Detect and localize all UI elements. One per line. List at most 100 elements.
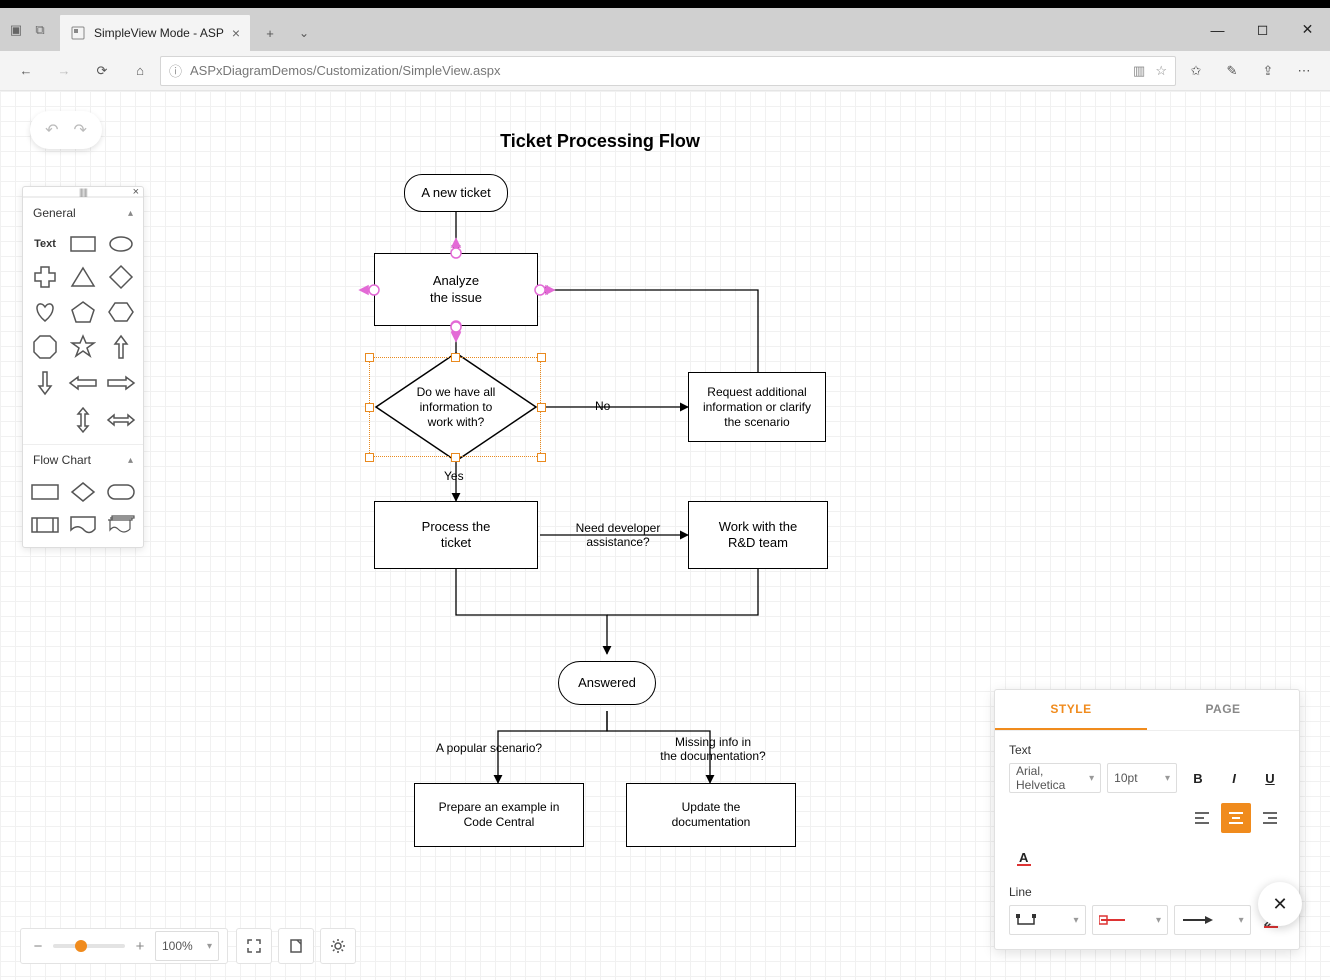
tab-close-icon[interactable]: ×: [232, 25, 240, 41]
underline-button[interactable]: U: [1255, 763, 1285, 793]
more-button[interactable]: ⋯: [1286, 55, 1322, 87]
arrow-type-select[interactable]: ▾: [1174, 905, 1251, 935]
browser-tab[interactable]: SimpleView Mode - ASP ×: [60, 15, 250, 51]
shape-hexagon[interactable]: [107, 300, 135, 324]
notes-button[interactable]: ✎: [1214, 55, 1250, 87]
selection-handle[interactable]: [537, 403, 546, 412]
panel-grip[interactable]: ×: [23, 187, 143, 197]
svg-text:A: A: [1019, 850, 1029, 865]
shapes-panel[interactable]: × General▴ Text: [22, 186, 144, 548]
shape-text[interactable]: Text: [34, 238, 56, 250]
font-size-select[interactable]: 10pt▾: [1107, 763, 1177, 793]
shape-decision[interactable]: [70, 481, 96, 503]
node-process[interactable]: Process the ticket: [374, 501, 538, 569]
tab-style[interactable]: STYLE: [995, 690, 1147, 730]
panel-close-icon[interactable]: ×: [133, 186, 139, 198]
share-button[interactable]: ⇪: [1250, 55, 1286, 87]
shape-octagon[interactable]: [32, 334, 58, 360]
shape-arrow-vdouble[interactable]: [75, 406, 91, 434]
italic-button[interactable]: I: [1219, 763, 1249, 793]
align-left-button[interactable]: [1187, 803, 1217, 833]
nav-back-button[interactable]: ←: [8, 55, 44, 87]
shape-star[interactable]: [70, 334, 96, 360]
window-maximize-icon[interactable]: ◻: [1240, 8, 1285, 51]
shape-pentagon[interactable]: [70, 300, 96, 324]
zoom-out-button[interactable]: −: [29, 938, 47, 955]
url-text: ASPxDiagramDemos/Customization/SimpleVie…: [190, 63, 500, 78]
chevron-up-icon: ▴: [128, 208, 133, 219]
node-answered[interactable]: Answered: [558, 661, 656, 705]
accordion-flowchart[interactable]: Flow Chart▴: [23, 444, 143, 475]
shape-predefined[interactable]: [31, 515, 59, 535]
shape-arrow-down[interactable]: [37, 370, 53, 396]
zoom-level-select[interactable]: 100%▾: [155, 931, 219, 961]
shape-arrow-up[interactable]: [113, 334, 129, 360]
tab-page[interactable]: PAGE: [1147, 690, 1299, 730]
close-panel-button[interactable]: ✕: [1258, 882, 1302, 926]
edge-label-missing: Missing info in the documentation?: [648, 735, 778, 763]
shape-triangle[interactable]: [70, 265, 96, 289]
tab-title: SimpleView Mode - ASP: [94, 26, 224, 40]
nav-home-button[interactable]: ⌂: [122, 55, 158, 87]
properties-panel[interactable]: STYLE PAGE Text Arial, Helvetica▾ 10pt▾ …: [994, 689, 1300, 950]
align-center-button[interactable]: [1221, 803, 1251, 833]
new-tab-button[interactable]: +: [256, 19, 284, 47]
shape-arrow-right[interactable]: [106, 375, 136, 391]
nav-refresh-button[interactable]: ⟳: [84, 55, 120, 87]
url-input[interactable]: ⓘ ASPxDiagramDemos/Customization/SimpleV…: [160, 56, 1176, 86]
font-family-select[interactable]: Arial, Helvetica▾: [1009, 763, 1101, 793]
selection-handle[interactable]: [451, 353, 460, 362]
window-minimize-icon[interactable]: —: [1195, 8, 1240, 51]
sys-icon-1[interactable]: ▣: [8, 22, 24, 38]
zoom-in-button[interactable]: +: [131, 938, 149, 955]
accordion-general[interactable]: General▴: [23, 197, 143, 228]
shape-diamond[interactable]: [108, 264, 134, 290]
undo-button[interactable]: ↶: [45, 120, 58, 140]
selection-handle[interactable]: [451, 453, 460, 462]
chevron-down-icon: ▾: [1074, 915, 1079, 926]
export-button[interactable]: [278, 928, 314, 964]
line-style-select[interactable]: ▾: [1092, 905, 1169, 935]
window-close-icon[interactable]: ✕: [1285, 8, 1330, 51]
edge-label-popular: A popular scenario?: [436, 741, 542, 755]
favorites-button[interactable]: ✩: [1178, 55, 1214, 87]
node-update-doc[interactable]: Update the documentation: [626, 783, 796, 847]
shape-arrow-left[interactable]: [68, 375, 98, 391]
redo-button[interactable]: ↷: [74, 120, 87, 140]
font-color-button[interactable]: A: [1009, 843, 1039, 873]
node-request-info[interactable]: Request additional information or clarif…: [688, 372, 826, 442]
sys-icon-2[interactable]: ⧉: [32, 22, 48, 38]
node-example[interactable]: Prepare an example in Code Central: [414, 783, 584, 847]
node-new-ticket[interactable]: A new ticket: [404, 174, 508, 212]
browser-tabstrip: ▣ ⧉ SimpleView Mode - ASP × + ⌄ — ◻ ✕: [0, 8, 1330, 51]
shape-terminator[interactable]: [107, 483, 135, 501]
font-family-value: Arial, Helvetica: [1016, 764, 1089, 792]
align-right-button[interactable]: [1255, 803, 1285, 833]
selection-handle[interactable]: [537, 453, 546, 462]
node-analyze[interactable]: Analyze the issue: [374, 253, 538, 326]
selection-handle[interactable]: [365, 403, 374, 412]
shape-rectangle[interactable]: [70, 234, 96, 254]
selection-handle[interactable]: [365, 353, 374, 362]
tabs-menu-button[interactable]: ⌄: [290, 19, 318, 47]
shape-multidoc[interactable]: [106, 513, 136, 537]
shape-arrow-hdouble[interactable]: [106, 412, 136, 428]
zoom-slider[interactable]: [53, 944, 125, 948]
selection-handle[interactable]: [365, 453, 374, 462]
fullscreen-button[interactable]: [236, 928, 272, 964]
shape-cross[interactable]: [32, 264, 58, 290]
shape-process[interactable]: [31, 482, 59, 502]
connector-type-select[interactable]: ▾: [1009, 905, 1086, 935]
node-rd-team[interactable]: Work with the R&D team: [688, 501, 828, 569]
reading-view-icon[interactable]: ▥: [1133, 63, 1145, 79]
bold-button[interactable]: B: [1183, 763, 1213, 793]
shape-ellipse[interactable]: [108, 234, 134, 254]
settings-button[interactable]: [320, 928, 356, 964]
selection-handle[interactable]: [537, 353, 546, 362]
shape-heart[interactable]: [32, 300, 58, 324]
nav-forward-button[interactable]: →: [46, 55, 82, 87]
favorites-star-icon[interactable]: ☆: [1155, 63, 1167, 79]
site-info-icon[interactable]: ⓘ: [169, 61, 182, 80]
shape-document[interactable]: [69, 514, 97, 536]
zoom-level-value: 100%: [162, 939, 193, 953]
